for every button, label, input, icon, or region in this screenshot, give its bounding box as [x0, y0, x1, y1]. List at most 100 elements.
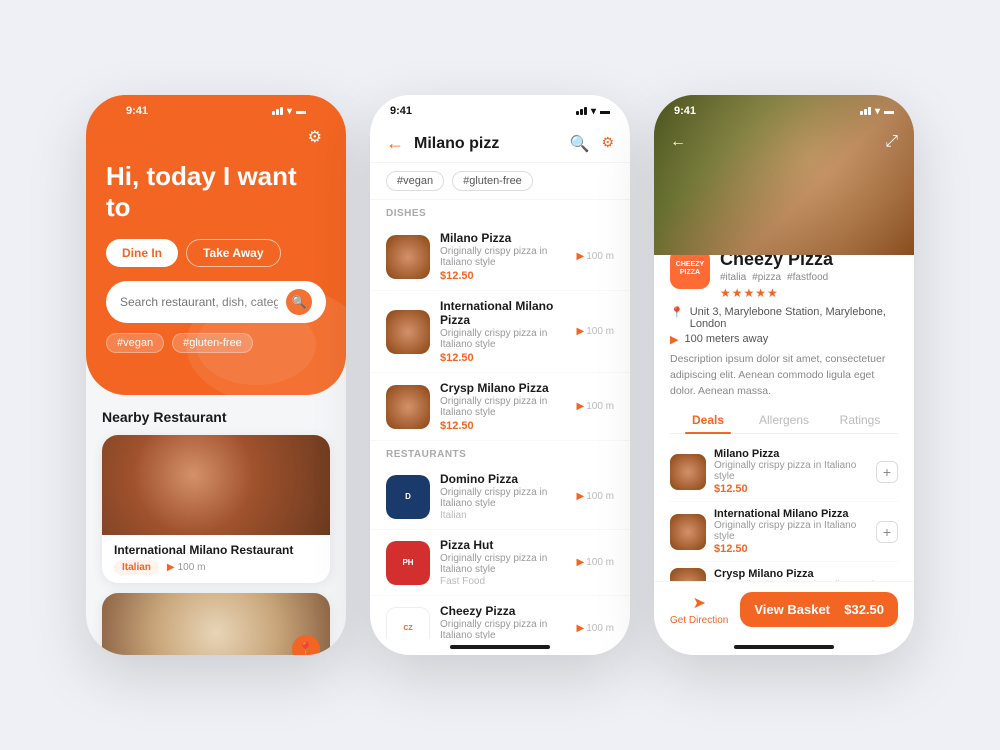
signal-icon — [272, 107, 283, 115]
detail-nav: ← ⤢ — [654, 95, 914, 161]
take-away-button[interactable]: Take Away — [186, 239, 280, 267]
get-direction-label: Get Direction — [670, 615, 728, 626]
rest-sub-1: Italian — [440, 510, 567, 521]
deal-thumb-3 — [670, 568, 706, 581]
dish-name-2: International Milano Pizza — [440, 299, 567, 327]
restaurant-description: Description ipsum dolor sit amet, consec… — [670, 352, 898, 399]
dish-dist-2: ▶ 100 m — [577, 326, 615, 337]
greeting-text: Hi, today I want to — [106, 161, 326, 223]
phone-home: 9:41 ▾ ▬ ⚙ Hi, today I want to Dine In T… — [86, 95, 346, 655]
detail-content: CHEEZYPIZZA Cheezy Pizza #italia #pizza … — [654, 235, 914, 581]
list-item[interactable]: D Domino Pizza Originally crispy pizza i… — [370, 464, 630, 530]
list-item[interactable]: Milano Pizza Originally crispy pizza in … — [370, 223, 630, 291]
battery-icon: ▬ — [296, 106, 306, 117]
list-item[interactable]: Crysp Milano Pizza Originally crispy piz… — [370, 373, 630, 441]
filter-icon-2[interactable]: ⚙ — [601, 134, 614, 154]
search-icon-2[interactable]: 🔍 — [570, 134, 590, 154]
signal-icon-2 — [576, 107, 587, 115]
tab-deals[interactable]: Deals — [670, 407, 746, 433]
restaurant-logo: CHEEZYPIZZA — [670, 249, 710, 289]
rest-sub-2: Fast Food — [440, 576, 567, 587]
filter-vegan[interactable]: #vegan — [386, 171, 444, 191]
tabs-row: Deals Allergens Ratings — [670, 407, 898, 434]
rest-desc-2: Originally crispy pizza in Italiano styl… — [440, 553, 567, 575]
distance-1: ▶ 100 m — [167, 562, 206, 573]
distance-icon-detail: ▶ — [670, 333, 678, 346]
phone-detail: 9:41 ▾ ▬ ← ⤢ CHEEZYPIZZA — [654, 95, 914, 655]
wifi-icon-2: ▾ — [591, 106, 596, 117]
dish-desc-1: Originally crispy pizza in Italiano styl… — [440, 246, 567, 268]
detail-back-button[interactable]: ← — [670, 133, 686, 151]
view-basket-button[interactable]: View Basket $32.50 — [740, 592, 898, 627]
dishes-label: DISHES — [370, 200, 630, 223]
deal-desc-1: Originally crispy pizza in Italiano styl… — [714, 460, 868, 482]
dish-price-3: $12.50 — [440, 420, 567, 432]
dish-name-1: Milano Pizza — [440, 231, 567, 245]
hero-image: 9:41 ▾ ▬ ← ⤢ — [654, 95, 914, 255]
filter-tags-row: #vegan #gluten-free — [370, 163, 630, 200]
list-item[interactable]: International Milano Pizza Originally cr… — [370, 291, 630, 373]
map-pin-icon: 📍 — [292, 635, 320, 655]
restaurants-label: RESTAURANTS — [370, 441, 630, 464]
list-item[interactable]: PH Pizza Hut Originally crispy pizza in … — [370, 530, 630, 596]
dish-name-3: Crysp Milano Pizza — [440, 381, 567, 395]
add-deal-1-button[interactable]: + — [876, 461, 898, 483]
restaurant-card-2[interactable]: 📍 — [102, 593, 330, 655]
tag-pizza: #pizza — [752, 272, 781, 283]
direction-icon: ➤ — [692, 593, 705, 613]
deal-item-1[interactable]: Milano Pizza Originally crispy pizza in … — [670, 442, 898, 502]
restaurant-card-1[interactable]: International Milano Restaurant Italian … — [102, 435, 330, 583]
tag-fastfood: #fastfood — [787, 272, 828, 283]
category-tag-1: Italian — [114, 560, 159, 575]
rest-dist-3: ▶ 100 m — [577, 623, 615, 634]
restaurant-distance: 100 meters away — [684, 333, 768, 345]
restaurant-address: Unit 3, Marylebone Station, Marylebone, … — [690, 306, 898, 330]
status-bar-1: 9:41 ▾ ▬ — [106, 95, 326, 123]
deal-name-3: Crysp Milano Pizza — [714, 568, 898, 580]
deal-item-3[interactable]: Crysp Milano Pizza Originally crispy piz… — [670, 562, 898, 581]
wifi-icon: ▾ — [287, 106, 292, 117]
tab-ratings[interactable]: Ratings — [822, 407, 898, 433]
dine-in-button[interactable]: Dine In — [106, 239, 178, 267]
dish-price-2: $12.50 — [440, 352, 567, 364]
phone-search: 9:41 ▾ ▬ ← Milano pizz 🔍 ⚙ #vegan #glute… — [370, 95, 630, 655]
search-title: Milano pizz — [414, 135, 560, 153]
rest-name-1: Domino Pizza — [440, 472, 567, 486]
search-header: ← Milano pizz 🔍 ⚙ — [370, 123, 630, 163]
filter-icon[interactable]: ⚙ — [308, 127, 322, 147]
tab-allergens[interactable]: Allergens — [746, 407, 822, 433]
list-item[interactable]: CZ Cheezy Pizza Originally crispy pizza … — [370, 596, 630, 639]
basket-price: $32.50 — [844, 602, 884, 617]
share-icon[interactable]: ⤢ — [885, 133, 898, 151]
location-icon-1: ▶ — [167, 562, 175, 573]
time-1: 9:41 — [126, 105, 148, 117]
home-indicator-3 — [734, 645, 834, 649]
rest-dist-1: ▶ 100 m — [577, 491, 615, 502]
back-button[interactable]: ← — [386, 133, 404, 154]
view-basket-label: View Basket — [754, 602, 830, 617]
time-2: 9:41 — [390, 105, 412, 117]
rest-dist-2: ▶ 100 m — [577, 557, 615, 568]
dish-dist-1: ▶ 100 m — [577, 251, 615, 262]
dish-dist-3: ▶ 100 m — [577, 401, 615, 412]
dish-desc-2: Originally crispy pizza in Italiano styl… — [440, 328, 567, 350]
add-deal-2-button[interactable]: + — [876, 521, 898, 543]
rest-name-2: Pizza Hut — [440, 538, 567, 552]
nearby-section: Nearby Restaurant International Milano R… — [86, 395, 346, 655]
deal-item-2[interactable]: International Milano Pizza Originally cr… — [670, 502, 898, 562]
dish-desc-3: Originally crispy pizza in Italiano styl… — [440, 396, 567, 418]
rest-desc-1: Originally crispy pizza in Italiano styl… — [440, 487, 567, 509]
tag-vegan[interactable]: #vegan — [106, 333, 164, 353]
filter-gluten-free[interactable]: #gluten-free — [452, 171, 533, 191]
battery-icon-2: ▬ — [600, 106, 610, 117]
deal-name-2: International Milano Pizza — [714, 508, 868, 520]
location-icon-detail: 📍 — [670, 306, 684, 319]
deal-thumb-1 — [670, 454, 706, 490]
deal-desc-2: Originally crispy pizza in Italiano styl… — [714, 520, 868, 542]
rest-desc-3: Originally crispy pizza in Italiano styl… — [440, 619, 567, 639]
deal-name-1: Milano Pizza — [714, 448, 868, 460]
deal-thumb-2 — [670, 514, 706, 550]
dish-price-1: $12.50 — [440, 270, 567, 282]
restaurant-name-1: International Milano Restaurant — [114, 543, 293, 557]
get-direction-button[interactable]: ➤ Get Direction — [670, 593, 728, 626]
